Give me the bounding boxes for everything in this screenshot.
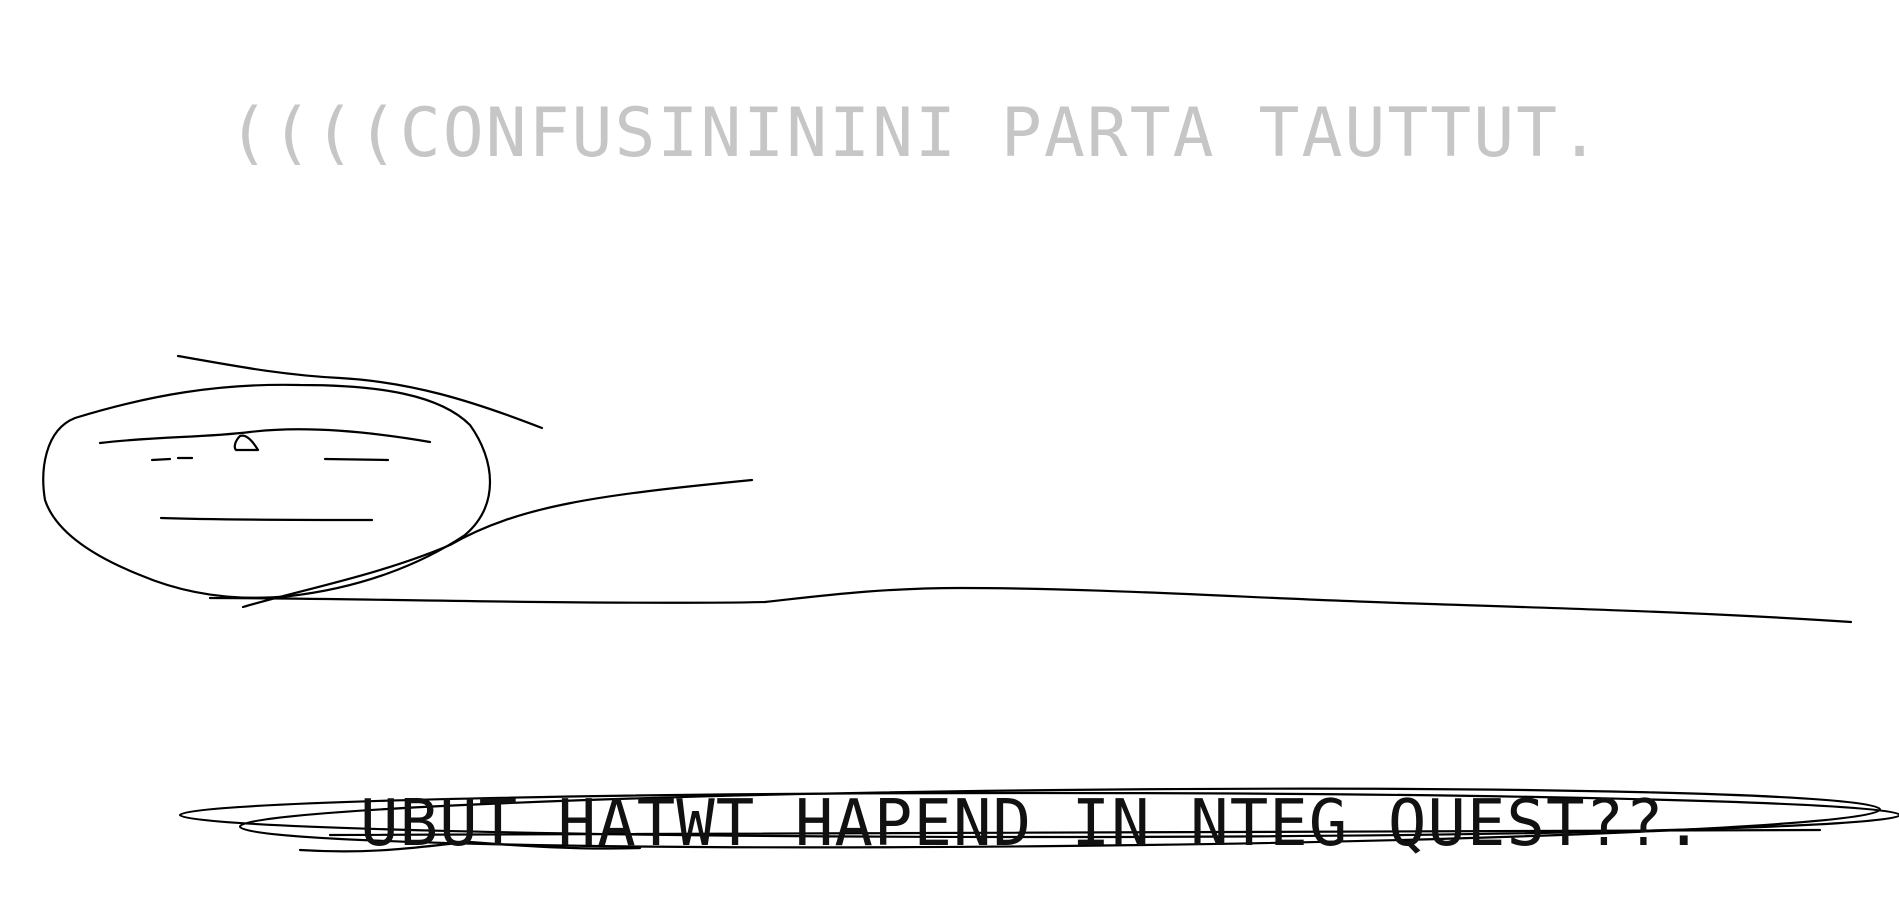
eyebrow-line (98, 428, 432, 445)
head-outline (42, 383, 492, 599)
bottom-caption: UBUT HATWT HAPEND IN NTEG QUEST??. (360, 787, 1705, 861)
sketch (42, 354, 1899, 853)
right-eye (323, 457, 390, 462)
arm (241, 478, 754, 609)
mouth (159, 516, 374, 522)
drawing-canvas: ((((CONFUSINININI PARTA TAUTTUT. UBUT HA… (0, 0, 1899, 899)
hair-stroke (176, 354, 544, 430)
nose (233, 434, 260, 452)
left-eye (150, 457, 172, 462)
body-line (208, 586, 1853, 624)
